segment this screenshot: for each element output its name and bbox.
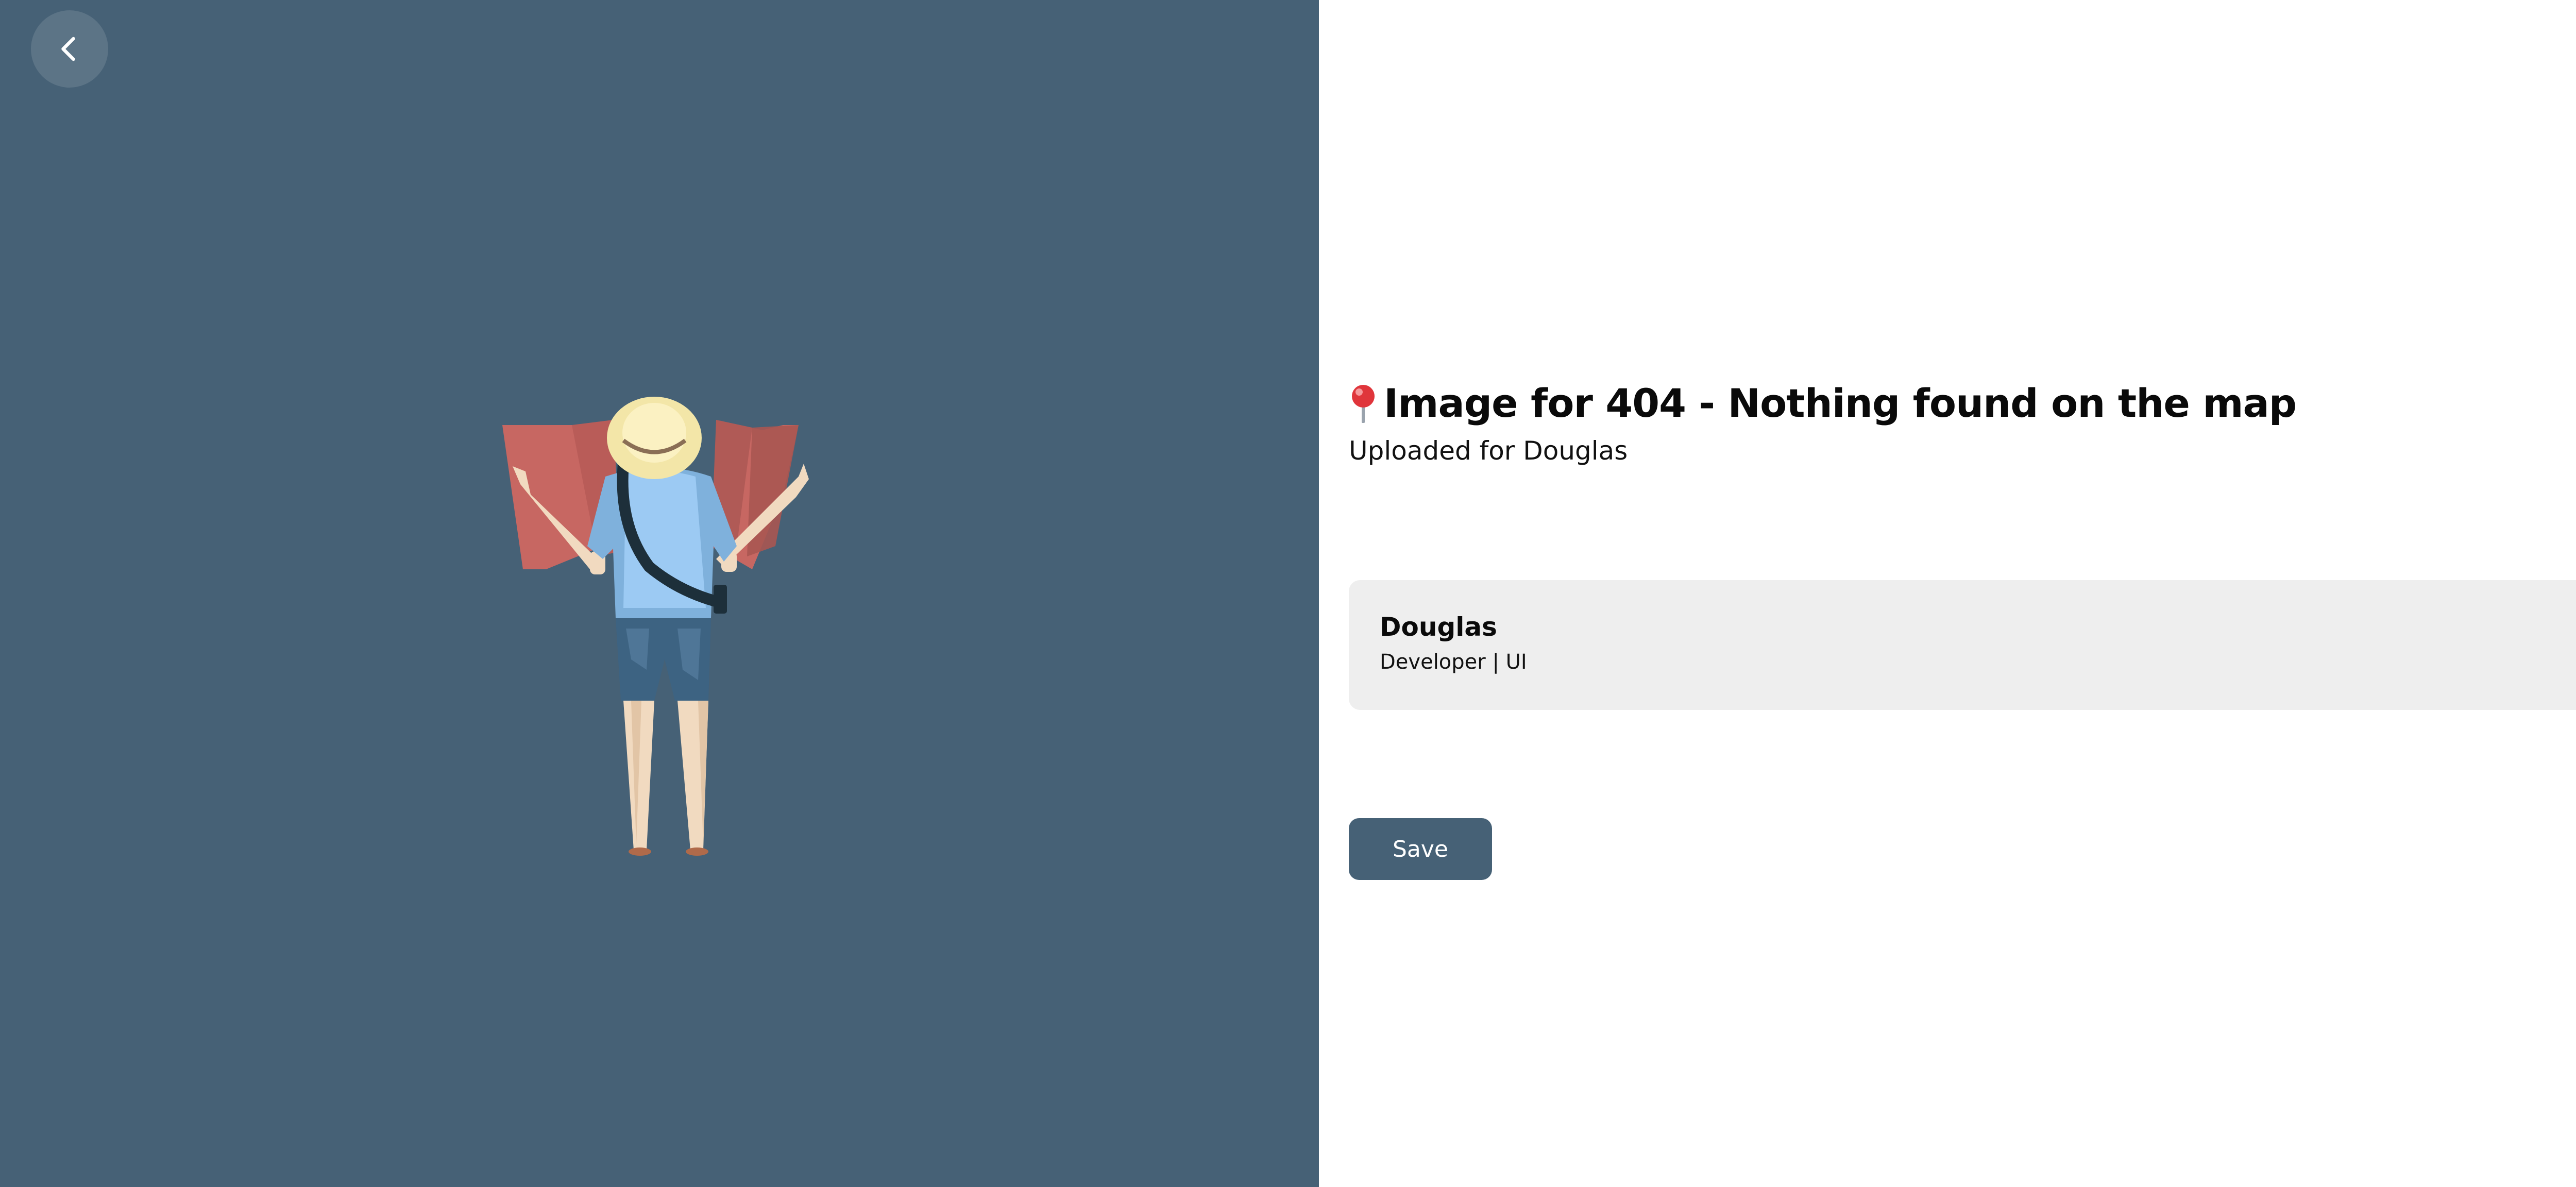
chevron-left-icon xyxy=(61,37,75,61)
round-pushpin-icon xyxy=(1352,384,1375,423)
save-button[interactable]: Save xyxy=(1349,818,1492,880)
back-button[interactable] xyxy=(31,10,108,88)
page-title: Image for 404 - Nothing found on the map xyxy=(1384,380,2297,426)
hat-graphic xyxy=(607,397,702,479)
image-panel xyxy=(0,0,1319,1187)
traveler-with-map-illustration xyxy=(502,397,809,856)
title-row: Image for 404 - Nothing found on the map xyxy=(1349,380,2297,426)
upload-subtitle: Uploaded for Douglas xyxy=(1349,436,1628,466)
legs-graphic xyxy=(623,701,708,856)
details-panel: Image for 404 - Nothing found on the map… xyxy=(1319,0,2576,1187)
page: Image for 404 - Nothing found on the map… xyxy=(0,0,2576,1187)
shorts-graphic xyxy=(616,618,711,701)
user-card[interactable]: Douglas Developer | UI xyxy=(1349,580,2576,710)
user-name: Douglas xyxy=(1380,612,1497,642)
camera-graphic xyxy=(714,585,727,614)
user-role: Developer | UI xyxy=(1380,650,1527,674)
